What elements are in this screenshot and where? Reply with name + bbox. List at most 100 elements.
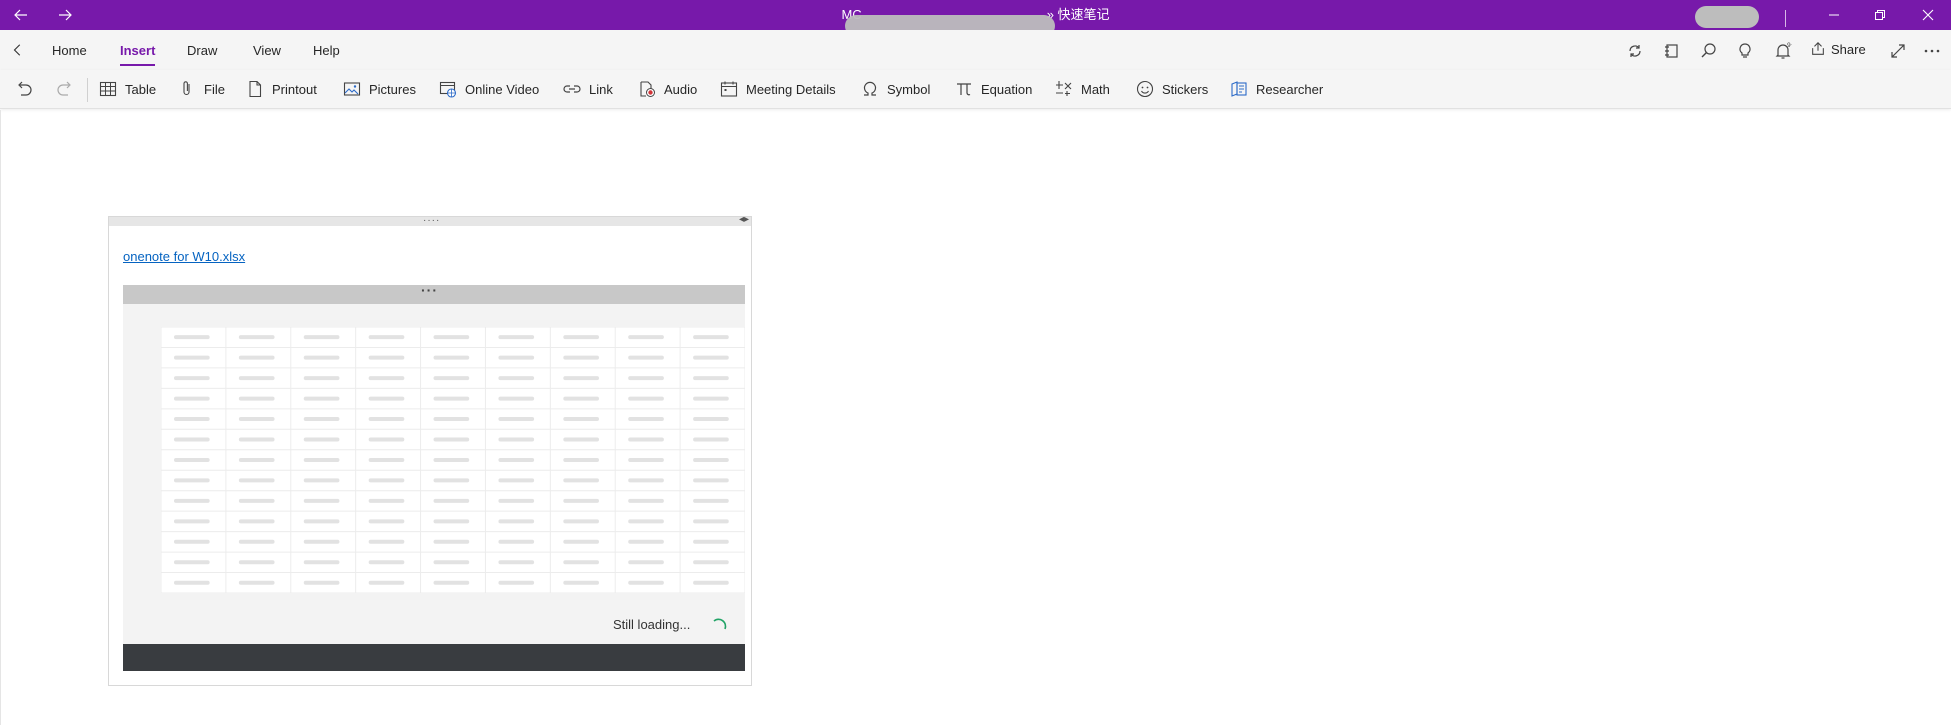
undo-button[interactable] — [15, 78, 33, 100]
placeholder-cell — [693, 580, 729, 585]
placeholder-cell — [498, 457, 535, 462]
placeholder-cell — [628, 519, 664, 524]
more-dots-icon[interactable]: ··· — [421, 282, 438, 298]
placeholder-cell — [628, 560, 664, 565]
placeholder-cell — [303, 437, 340, 442]
placeholder-cell — [368, 498, 405, 503]
placeholder-cell — [238, 519, 275, 524]
placeholder-cell — [238, 560, 275, 565]
account-avatar[interactable] — [1695, 6, 1759, 28]
placeholder-cell — [563, 417, 599, 422]
placeholder-cell — [693, 519, 729, 524]
window-title-suffix: » 快速笔记 — [1046, 7, 1110, 22]
tab-view[interactable]: View — [253, 43, 281, 58]
share-button[interactable]: Share — [1810, 41, 1866, 57]
placeholder-cell — [368, 478, 405, 483]
tab-insert[interactable]: Insert — [120, 43, 155, 58]
placeholder-cell — [173, 417, 210, 422]
notifications-button[interactable]: 9+ — [1772, 40, 1794, 62]
placeholder-cell — [368, 437, 405, 442]
calendar-icon — [720, 81, 738, 97]
placeholder-cell — [498, 335, 535, 340]
placeholder-cell — [563, 457, 599, 462]
placeholder-cell — [433, 580, 470, 585]
tab-home[interactable]: Home — [52, 43, 87, 58]
more-options-button[interactable] — [1921, 40, 1943, 62]
insert-file-button[interactable]: File — [178, 78, 225, 100]
placeholder-cell — [173, 376, 210, 381]
share-icon — [1812, 42, 1824, 55]
embed-footer-bar — [123, 644, 745, 671]
insert-table-button[interactable]: Table — [99, 78, 156, 100]
placeholder-cell — [368, 519, 405, 524]
printout-label: Printout — [272, 81, 317, 97]
placeholder-cell — [693, 437, 729, 442]
math-button[interactable]: Math — [1055, 78, 1110, 100]
insert-pictures-button[interactable]: Pictures — [343, 78, 416, 100]
placeholder-cell — [498, 417, 535, 422]
drag-dots-icon: ···· — [423, 215, 441, 226]
close-button[interactable] — [1905, 0, 1951, 30]
placeholder-cell — [693, 417, 729, 422]
forward-arrow-button[interactable] — [48, 0, 82, 30]
placeholder-cell — [563, 498, 599, 503]
placeholder-cell — [563, 580, 599, 585]
resize-arrows-icon[interactable]: ◂▸ — [739, 214, 749, 225]
redo-button[interactable] — [56, 78, 74, 100]
insert-online-video-button[interactable]: Online Video — [439, 78, 539, 100]
insert-equation-button[interactable]: Equation — [955, 78, 1032, 100]
insert-printout-button[interactable]: Printout — [246, 78, 317, 100]
restore-button[interactable] — [1857, 0, 1903, 30]
placeholder-cell — [173, 355, 210, 360]
insert-symbol-button[interactable]: Symbol — [861, 78, 930, 100]
placeholder-cell — [173, 335, 210, 340]
insert-audio-button[interactable]: Audio — [638, 78, 697, 100]
arrow-left-icon — [14, 9, 27, 21]
placeholder-cell — [563, 560, 599, 565]
tell-me-button[interactable] — [1734, 40, 1756, 62]
sync-button[interactable] — [1624, 40, 1646, 62]
researcher-button[interactable]: Researcher — [1230, 78, 1323, 100]
placeholder-cell — [238, 396, 275, 401]
minimize-button[interactable] — [1811, 0, 1857, 30]
insert-link-button[interactable]: Link — [563, 78, 613, 100]
placeholder-cell — [368, 539, 405, 544]
researcher-icon — [1231, 81, 1247, 97]
placeholder-cell — [303, 355, 340, 360]
placeholder-cell — [693, 376, 729, 381]
placeholder-cell — [498, 355, 535, 360]
placeholder-cell — [563, 519, 599, 524]
placeholder-cell — [433, 335, 470, 340]
arrow-right-icon — [59, 9, 72, 21]
insert-toolbar: Table File Printout Pictures Online Vide… — [0, 70, 1951, 109]
share-label: Share — [1831, 41, 1866, 57]
stickers-button[interactable]: Stickers — [1136, 78, 1208, 100]
stickers-label: Stickers — [1162, 81, 1209, 97]
back-button[interactable] — [6, 38, 30, 62]
placeholder-cell — [173, 539, 210, 544]
tab-help[interactable]: Help — [313, 43, 340, 58]
notebooks-button[interactable] — [1661, 40, 1683, 62]
container-drag-handle[interactable]: ···· ◂▸ — [109, 214, 751, 226]
tab-draw[interactable]: Draw — [187, 43, 217, 58]
placeholder-cell — [368, 355, 405, 360]
placeholder-cell — [693, 478, 729, 483]
title-separator — [1785, 10, 1786, 27]
attached-file-link[interactable]: onenote for W10.xlsx — [123, 249, 245, 264]
spreadsheet-embed-preview[interactable]: ··· Still loading... — [123, 282, 745, 671]
placeholder-cell — [303, 498, 340, 503]
insert-meeting-details-button[interactable]: Meeting Details — [720, 78, 836, 100]
active-tab-indicator — [120, 64, 155, 66]
back-arrow-button[interactable] — [4, 0, 38, 30]
fullscreen-button[interactable] — [1887, 40, 1909, 62]
note-container[interactable]: ···· ◂▸ onenote for W10.xlsx ··· Still l… — [108, 214, 752, 686]
placeholder-cell — [368, 560, 405, 565]
placeholder-cell — [693, 355, 729, 360]
search-button[interactable] — [1698, 40, 1720, 62]
placeholder-cell — [563, 478, 599, 483]
loading-status: Still loading... — [613, 617, 691, 632]
placeholder-cell — [628, 376, 664, 381]
placeholder-cell — [368, 376, 405, 381]
placeholder-cell — [693, 560, 729, 565]
placeholder-cell — [238, 437, 275, 442]
